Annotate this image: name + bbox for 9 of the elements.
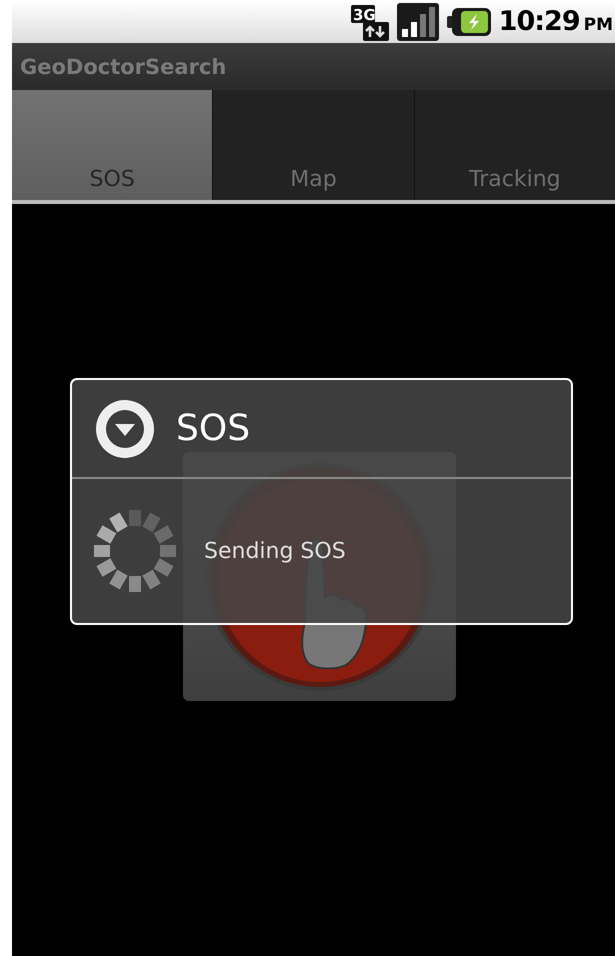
dialog-title: SOS: [176, 408, 250, 449]
battery-charging-icon: [446, 6, 491, 36]
clock-time: 10:29: [498, 6, 580, 37]
alert-icon: [94, 398, 156, 460]
clock-meridiem: PM: [584, 14, 613, 34]
signal-strength-icon: [396, 2, 439, 40]
tab[interactable]: SOS: [12, 90, 212, 200]
dialog-message: Sending SOS: [204, 538, 346, 564]
app-title: GeoDoctorSearch: [20, 54, 226, 78]
